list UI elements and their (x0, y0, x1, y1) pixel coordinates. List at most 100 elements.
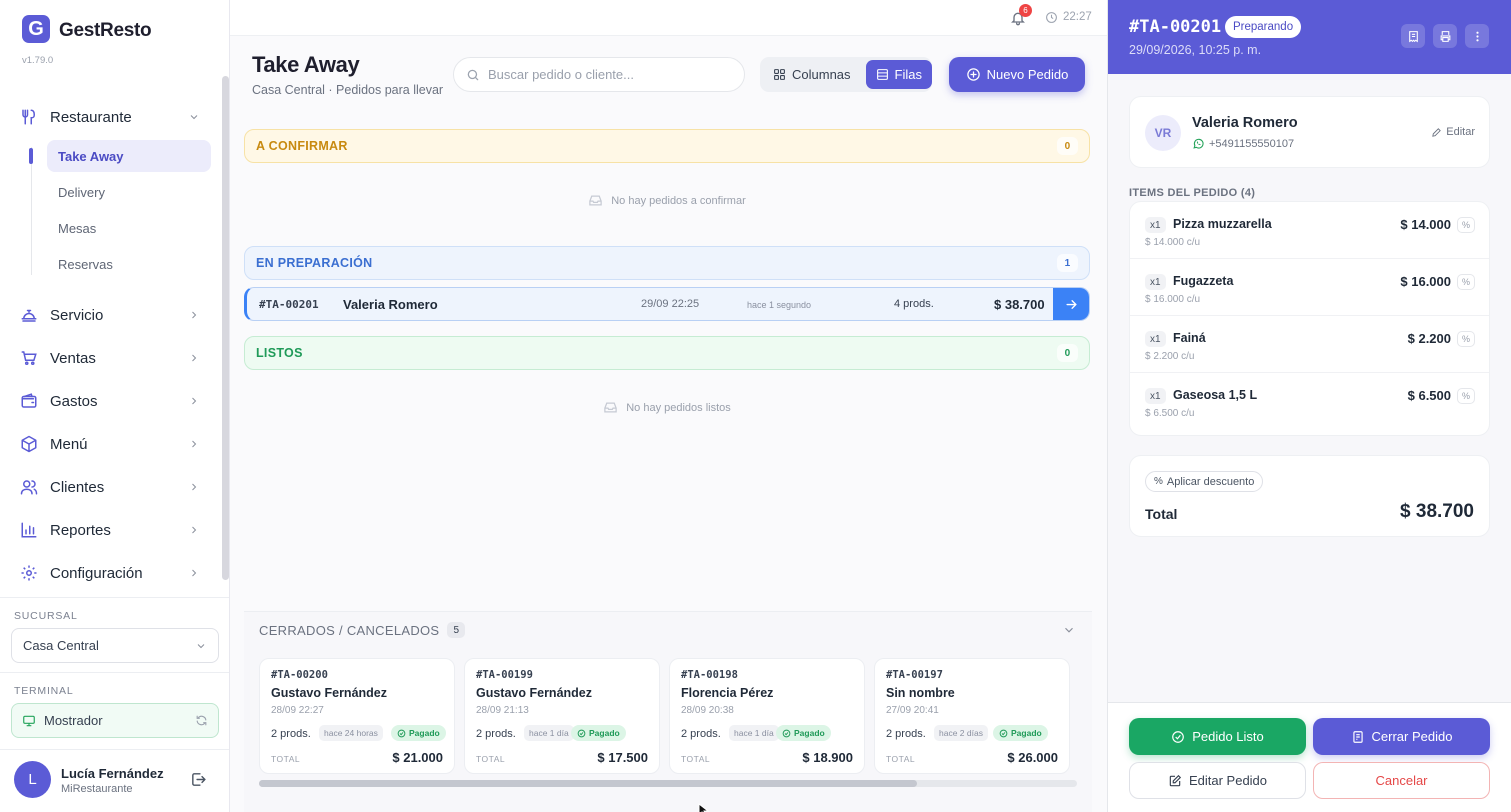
closed-orders-header[interactable]: CERRADOS / CANCELADOS 5 (259, 622, 466, 638)
item-unit-price: $ 2.200 c/u (1145, 351, 1195, 362)
order-item[interactable]: x1 Pizza muzzarella $ 14.000 c/u $ 14.00… (1130, 202, 1489, 259)
divider (0, 597, 229, 598)
closed-orders-label: CERRADOS / CANCELADOS (259, 622, 440, 638)
group-listos[interactable]: LISTOS 0 (244, 336, 1090, 370)
nav-configuracion[interactable]: Configuración (20, 560, 200, 586)
search-input[interactable] (488, 67, 728, 82)
sidebar-item-mesas[interactable]: Mesas (47, 212, 211, 244)
nav-servicio[interactable]: Servicio (20, 302, 200, 328)
view-rows-button[interactable]: Filas (865, 60, 932, 89)
chevron-right-icon (192, 569, 197, 577)
nav-servicio-label: Servicio (50, 306, 104, 324)
horizontal-scrollbar[interactable] (259, 780, 1077, 787)
sidebar-item-take-away[interactable]: Take Away (47, 140, 211, 172)
item-price: $ 16.000 (1400, 274, 1451, 289)
closed-order-card[interactable]: #TA-00200 Gustavo Fernández 28/09 22:27 … (259, 658, 455, 774)
order-date: 29/09 22:25 (641, 298, 700, 310)
open-order-button[interactable] (1053, 288, 1089, 320)
app-logo[interactable]: G (22, 15, 50, 43)
edit-customer-button[interactable]: Editar (1431, 126, 1475, 138)
item-name: Gaseosa 1,5 L (1173, 388, 1258, 402)
users-icon (20, 480, 38, 495)
edit-order-label: Editar Pedido (1188, 773, 1268, 788)
user-avatar[interactable]: L (14, 761, 51, 798)
notification-count-badge: 6 (1019, 4, 1032, 17)
item-discount-button[interactable]: % (1457, 388, 1475, 404)
view-columns-button[interactable]: Columnas (763, 60, 861, 89)
paid-badge: Pagado (391, 725, 446, 741)
card-total: $ 18.900 (802, 750, 853, 765)
branch-select[interactable]: Casa Central (11, 628, 219, 663)
order-ready-button[interactable]: Pedido Listo (1129, 718, 1306, 755)
nav-restaurante[interactable]: Restaurante (20, 104, 200, 130)
terminal-value: Mostrador (44, 713, 103, 728)
item-name: Fugazzeta (1173, 274, 1234, 288)
chevron-right-icon (192, 440, 197, 448)
clock-icon (1046, 12, 1057, 23)
check-circle-icon (397, 729, 406, 737)
item-name: Pizza muzzarella (1173, 217, 1272, 231)
sidebar-scrollbar[interactable] (222, 76, 229, 580)
card-order-id: #TA-00197 (886, 669, 943, 681)
item-discount-button[interactable]: % (1457, 274, 1475, 290)
print-button[interactable] (1433, 24, 1457, 48)
order-item[interactable]: x1 Fugazzeta $ 16.000 c/u $ 16.000 % (1130, 259, 1489, 316)
closed-order-card[interactable]: #TA-00199 Gustavo Fernández 28/09 21:13 … (464, 658, 660, 774)
item-discount-button[interactable]: % (1457, 217, 1475, 233)
chevron-down-icon[interactable] (1062, 623, 1076, 637)
scrollbar-thumb[interactable] (259, 780, 917, 787)
chevron-right-icon (192, 483, 197, 491)
customer-name: Valeria Romero (1192, 115, 1298, 131)
nav-reportes-label: Reportes (50, 521, 111, 539)
refresh-icon[interactable] (195, 714, 208, 727)
paid-label: Pagado (409, 728, 440, 738)
sidebar-item-reservas[interactable]: Reservas (47, 248, 211, 280)
arrow-right-icon (1065, 299, 1077, 309)
card-total: $ 21.000 (392, 750, 443, 765)
empty-confirm-text: No hay pedidos a confirmar (611, 194, 746, 207)
bar-chart-icon (21, 522, 37, 538)
apply-discount-button[interactable]: % Aplicar descuento (1145, 471, 1264, 492)
item-discount-button[interactable]: % (1457, 331, 1475, 347)
check-circle-icon (999, 729, 1008, 737)
order-item[interactable]: x1 Gaseosa 1,5 L $ 6.500 c/u $ 6.500 % (1130, 373, 1489, 430)
empty-ready-text: No hay pedidos listos (626, 401, 731, 414)
new-order-button[interactable]: Nuevo Pedido (949, 57, 1085, 92)
edit-order-button[interactable]: Editar Pedido (1129, 762, 1306, 799)
page-title: Take Away (252, 52, 360, 77)
order-row[interactable]: #TA-00201 Valeria Romero 29/09 22:25 hac… (244, 287, 1090, 321)
logout-icon[interactable] (190, 771, 207, 788)
group-a-confirmar[interactable]: A CONFIRMAR 0 (244, 129, 1090, 163)
item-qty: x1 (1145, 217, 1166, 233)
box-icon (21, 435, 37, 453)
more-options-button[interactable] (1465, 24, 1489, 48)
group-a-confirmar-count: 0 (1057, 137, 1078, 155)
order-item[interactable]: x1 Fainá $ 2.200 c/u $ 2.200 % (1130, 316, 1489, 373)
nav-clientes[interactable]: Clientes (20, 474, 200, 500)
receipt-button[interactable] (1401, 24, 1425, 48)
cancel-order-label: Cancelar (1375, 773, 1428, 788)
closed-order-card[interactable]: #TA-00198 Florencia Pérez 28/09 20:38 2 … (669, 658, 865, 774)
nav-ventas[interactable]: Ventas (20, 345, 200, 371)
view-columns-label: Columnas (792, 67, 851, 82)
nav-menu[interactable]: Menú (20, 431, 200, 457)
cancel-order-button[interactable]: Cancelar (1313, 762, 1490, 799)
card-date: 27/09 20:41 (886, 705, 939, 716)
nav-gastos[interactable]: Gastos (20, 388, 200, 414)
item-unit-price: $ 14.000 c/u (1145, 237, 1201, 248)
close-order-button[interactable]: Cerrar Pedido (1313, 718, 1490, 755)
detail-order-datetime: 29/09/2026, 10:25 p. m. (1129, 43, 1262, 57)
card-customer: Gustavo Fernández (271, 686, 387, 700)
terminal-selector[interactable]: Mostrador (11, 703, 219, 738)
customer-phone[interactable]: +5491155550107 (1192, 137, 1294, 150)
group-en-preparacion[interactable]: EN PREPARACIÓN 1 (244, 246, 1090, 280)
closed-order-card[interactable]: #TA-00197 Sin nombre 27/09 20:41 2 prods… (874, 658, 1070, 774)
nav-reportes[interactable]: Reportes (20, 517, 200, 543)
card-total-label: TOTAL (886, 754, 916, 764)
sidebar-item-delivery[interactable]: Delivery (47, 176, 211, 208)
apply-discount-label: Aplicar descuento (1166, 475, 1255, 488)
paid-label: Pagado (1011, 728, 1042, 738)
search-box[interactable] (453, 57, 745, 92)
card-order-id: #TA-00198 (681, 669, 738, 681)
page-subtitle: Casa Central · Pedidos para llevar (252, 83, 444, 97)
